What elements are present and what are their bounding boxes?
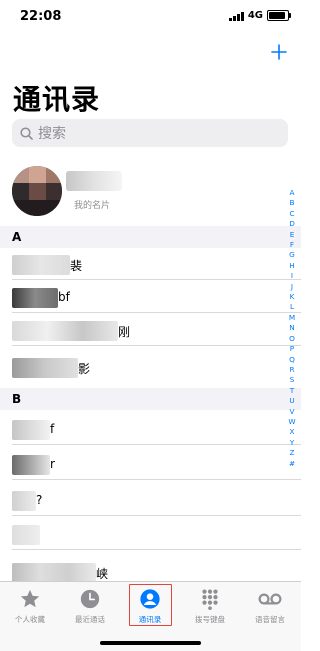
- tab-label: 语音留言: [255, 615, 285, 624]
- index-letter[interactable]: S: [290, 375, 295, 385]
- index-letter[interactable]: Y: [290, 438, 294, 448]
- index-letter[interactable]: E: [290, 230, 295, 240]
- contact-name-fragment: 峡: [96, 567, 109, 581]
- index-letter[interactable]: T: [290, 386, 294, 396]
- index-letter[interactable]: V: [290, 407, 295, 417]
- index-letter[interactable]: D: [289, 219, 295, 229]
- contact-name-fragment: bf: [58, 290, 70, 304]
- search-input[interactable]: 搜索: [12, 119, 288, 147]
- tab-label: 拨号键盘: [195, 615, 225, 624]
- index-letter[interactable]: P: [290, 344, 294, 354]
- index-letter[interactable]: J: [291, 282, 293, 292]
- contact-row[interactable]: 裴: [0, 248, 301, 280]
- voicemail-icon: [257, 586, 283, 612]
- index-letter[interactable]: B: [289, 198, 294, 208]
- add-contact-button[interactable]: [271, 38, 287, 60]
- status-bar: 22:08 4G: [0, 0, 301, 34]
- section-letter: A: [12, 230, 22, 244]
- home-indicator[interactable]: [100, 641, 201, 645]
- contact-name-fragment: 影: [78, 362, 91, 376]
- index-letter[interactable]: C: [289, 209, 294, 219]
- tab-recents[interactable]: 最近通话: [60, 586, 120, 625]
- index-letter[interactable]: A: [290, 188, 295, 198]
- index-letter[interactable]: I: [291, 271, 293, 281]
- contact-row[interactable]: r: [0, 448, 301, 480]
- index-letter[interactable]: X: [290, 427, 295, 437]
- my-card-label: 我的名片: [74, 201, 111, 211]
- contact-row[interactable]: ?: [0, 484, 301, 516]
- index-letter[interactable]: K: [290, 292, 295, 302]
- contact-name-fragment: 裴: [70, 259, 83, 273]
- star-icon: [17, 586, 43, 612]
- contact-row[interactable]: f: [0, 413, 301, 445]
- index-letter[interactable]: Z: [290, 448, 295, 458]
- index-letter[interactable]: O: [289, 334, 295, 344]
- contact-name-fragment: ?: [36, 493, 43, 507]
- contact-name-fragment: r: [50, 457, 55, 471]
- index-letter[interactable]: M: [289, 313, 295, 323]
- index-letter[interactable]: H: [289, 261, 295, 271]
- tab-keypad[interactable]: 拨号键盘: [180, 586, 240, 625]
- section-index-bar[interactable]: A B C D E F G H I J K L M N O P Q R S T U V W X Y Z #: [286, 188, 298, 469]
- status-indicators: 4G: [229, 10, 291, 21]
- contact-name-fragment: f: [50, 422, 55, 436]
- contact-name-fragment: 刚: [118, 325, 131, 339]
- signal-icon: [229, 11, 244, 21]
- avatar: [12, 166, 62, 216]
- battery-icon: [267, 10, 291, 21]
- contact-row[interactable]: bf: [0, 281, 301, 313]
- status-time: 22:08: [20, 9, 62, 24]
- contact-row[interactable]: 影: [0, 351, 301, 383]
- contact-row[interactable]: [0, 518, 301, 550]
- keypad-icon: [197, 586, 223, 612]
- my-name-redacted: [66, 171, 122, 191]
- index-letter[interactable]: Q: [289, 355, 295, 365]
- section-header-a: A: [0, 226, 301, 248]
- index-letter[interactable]: R: [289, 365, 294, 375]
- page-title: 通讯录: [13, 83, 101, 116]
- tab-label: 个人收藏: [15, 615, 45, 624]
- search-icon: [20, 126, 33, 140]
- index-letter[interactable]: #: [289, 459, 295, 469]
- clock-icon: [77, 586, 103, 612]
- index-letter[interactable]: N: [289, 323, 294, 333]
- network-type: 4G: [247, 10, 263, 21]
- contact-row[interactable]: 刚: [0, 314, 301, 346]
- index-letter[interactable]: F: [290, 240, 294, 250]
- index-letter[interactable]: W: [288, 417, 295, 427]
- section-header-b: B: [0, 388, 301, 410]
- section-letter: B: [12, 392, 22, 406]
- index-letter[interactable]: U: [289, 396, 294, 406]
- plus-icon: [271, 44, 287, 60]
- index-letter[interactable]: L: [290, 302, 294, 312]
- my-card[interactable]: 我的名片: [0, 158, 301, 224]
- search-placeholder: 搜索: [38, 126, 66, 142]
- tab-voicemail[interactable]: 语音留言: [240, 586, 300, 625]
- tab-favorites[interactable]: 个人收藏: [0, 586, 60, 625]
- highlight-box: [129, 584, 172, 626]
- tab-label: 最近通话: [75, 615, 105, 624]
- index-letter[interactable]: G: [289, 250, 295, 260]
